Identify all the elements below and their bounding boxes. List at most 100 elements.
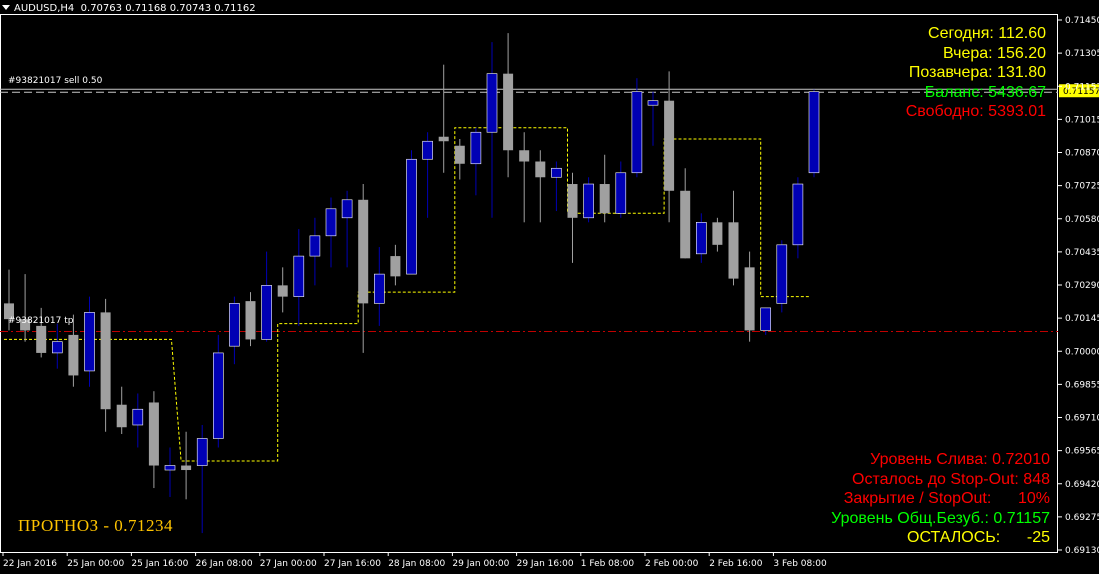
bear-candle-body: [664, 100, 675, 191]
bull-candle-body: [551, 167, 562, 178]
account-info-panel: Сегодня: 112.60 Вчера: 156.20 Позавчера: 1…: [906, 24, 1046, 122]
bull-candle-body: [776, 244, 788, 304]
bear-candle-body: [599, 184, 610, 214]
forecast-label: ПРОГНОЗ - 0.71234: [18, 516, 174, 535]
time-tick-label: 29 Jan 16:00: [517, 559, 574, 569]
candle: [680, 168, 691, 259]
bull-candle-body: [213, 352, 224, 439]
price-tick-label: 0.71157: [1065, 82, 1099, 92]
bull-candle-body: [647, 100, 659, 106]
time-tick-label: 25 Jan 16:00: [131, 559, 188, 569]
candle: [631, 78, 643, 178]
candles: [4, 33, 820, 534]
info-value: 156.20: [992, 44, 1046, 62]
price-tick-label: 0.69420: [1065, 480, 1099, 490]
candle: [486, 42, 498, 218]
time-tick-label: 22 Jan 2016: [3, 559, 57, 569]
bull-candle-body: [760, 307, 772, 331]
price-tick-label: 0.71450: [1065, 16, 1099, 26]
info-label: Свободно:: [905, 103, 984, 120]
risk-row: ОСТАЛОСЬ: -25: [907, 529, 1050, 546]
price-tick-label: 0.70290: [1065, 281, 1099, 291]
bear-candle-body: [358, 199, 369, 304]
price-tick-label: 0.71305: [1065, 49, 1099, 59]
bear-candle-body: [728, 222, 739, 279]
candle: [712, 217, 723, 252]
price-tick-label: 0.70000: [1065, 347, 1099, 357]
risk-row: Закрытие / StopOut: 10%: [843, 490, 1050, 507]
info-row: Позавчера: 131.80: [906, 63, 1046, 83]
info-value: 5436.67: [983, 83, 1046, 101]
candle: [519, 132, 530, 223]
candle: [245, 292, 256, 347]
info-row: Вчера: 156.20: [906, 44, 1046, 64]
price-tick-label: 0.69275: [1065, 513, 1099, 523]
info-label: Сегодня:: [928, 25, 994, 42]
bear-candle-body: [116, 404, 127, 428]
bear-candle-body: [277, 285, 288, 297]
candle: [390, 244, 401, 286]
time-tick-label: 27 Jan 16:00: [324, 559, 381, 569]
bull-candle-body: [792, 183, 804, 246]
info-value: 131.80: [992, 64, 1046, 81]
candle: [760, 307, 772, 335]
candle: [422, 132, 433, 218]
candle: [664, 71, 675, 223]
candle: [728, 190, 739, 286]
candle: [567, 172, 578, 263]
bear-candle-body: [68, 334, 79, 376]
candle: [84, 296, 95, 387]
bear-candle-body: [245, 301, 256, 340]
candle: [454, 138, 465, 180]
candle: [132, 393, 144, 448]
candle: [373, 247, 385, 326]
time-tick-label: 29 Jan 00:00: [452, 559, 509, 569]
info-row: Сегодня: 112.60: [906, 24, 1046, 44]
bear-candle-body: [519, 150, 530, 162]
bull-candle-body: [422, 140, 433, 160]
time-tick-label: 3 Feb 08:00: [773, 559, 827, 569]
candle: [615, 161, 627, 218]
info-row: Свободно: 5393.01: [906, 102, 1046, 122]
candle: [599, 154, 610, 223]
candle: [341, 190, 353, 268]
price-tick-label: 0.70145: [1065, 314, 1099, 324]
candle: [695, 213, 707, 263]
time-tick-label: 28 Jan 08:00: [388, 559, 445, 569]
bear-candle-body: [148, 402, 159, 466]
bull-candle-body: [229, 303, 240, 347]
candle: [181, 431, 192, 500]
candle: [261, 251, 272, 342]
bear-candle-body: [712, 222, 723, 245]
time-tick-label: 2 Feb 00:00: [645, 559, 699, 569]
price-tick-label: 0.69130: [1065, 546, 1099, 556]
bull-candle-body: [808, 91, 820, 174]
candle: [551, 161, 562, 212]
candle: [470, 127, 482, 196]
time-tick-label: 2 Feb 16:00: [709, 559, 763, 569]
candle: [229, 296, 240, 365]
dropdown-triangle-icon[interactable]: [2, 5, 10, 10]
candle: [776, 240, 788, 313]
bull-candle-body: [309, 235, 321, 257]
bull-candle-body: [486, 73, 498, 133]
candle: [196, 424, 208, 534]
symbol-label: AUDUSD,H4: [14, 3, 75, 14]
candle: [503, 33, 514, 178]
bull-candle-body: [695, 222, 707, 255]
candle: [406, 150, 417, 275]
candle: [808, 89, 820, 178]
tp-order-label: #93821017 tp: [8, 316, 74, 326]
candle: [358, 184, 369, 353]
candle: [213, 334, 224, 448]
candle: [583, 177, 594, 223]
bear-candle-body: [503, 73, 514, 151]
time-tick-label: 27 Jan 00:00: [260, 559, 317, 569]
bull-candle-body: [84, 312, 95, 372]
price-tick-label: 0.70580: [1065, 215, 1099, 225]
bull-candle-body: [261, 285, 272, 340]
candle: [535, 150, 546, 223]
price-tick-label: 0.69855: [1065, 380, 1099, 390]
candle: [100, 298, 111, 432]
bull-candle-body: [293, 255, 305, 297]
